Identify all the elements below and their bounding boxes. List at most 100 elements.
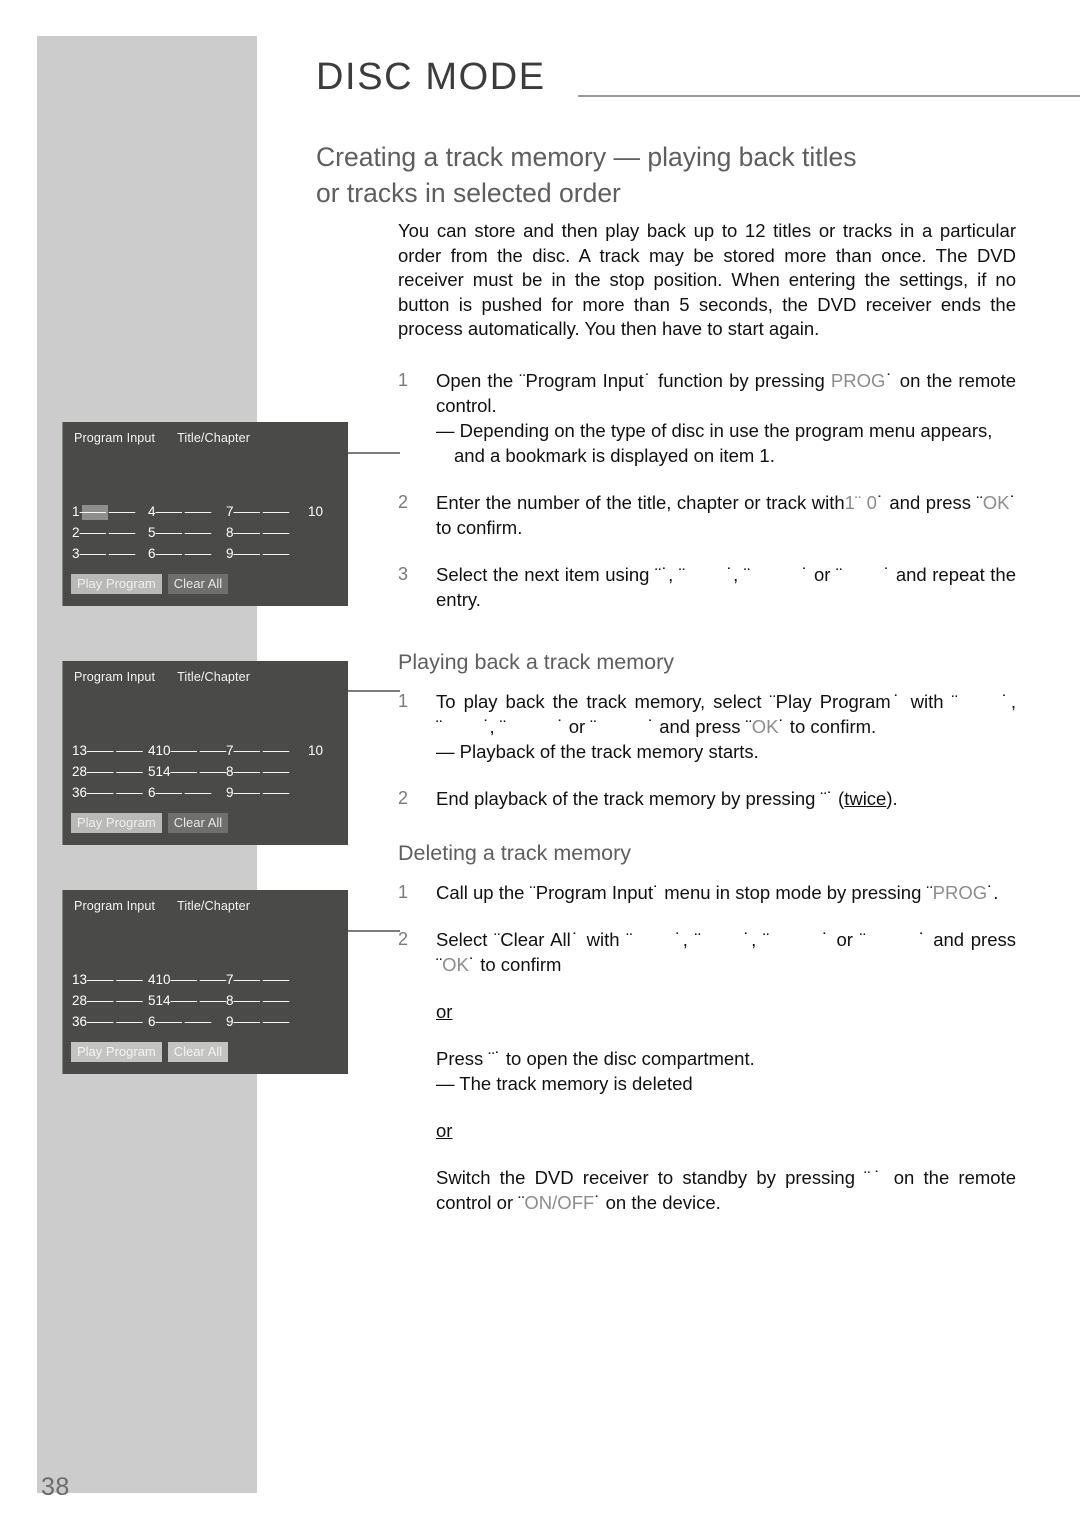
osd-entry-placeholder: —— —— — [79, 504, 136, 519]
osd-entry-placeholder: —— —— — [155, 785, 212, 800]
osd-entry-5[interactable]: 5 14—— —— — [148, 764, 226, 779]
osd-entry-2[interactable]: 2 8—— —— — [72, 764, 143, 779]
step-text-a: Open the ¨Program Input˙ function by pre… — [436, 369, 831, 391]
step-delete-1: 1 Call up the ¨Program Input˙ menu in st… — [398, 880, 1016, 905]
heading-deleting: Deleting a track memory — [398, 840, 631, 865]
osd-entry-index: 9 — [226, 1014, 234, 1029]
osd-entry-placeholder: —— —— — [233, 785, 290, 800]
osd-entry-3[interactable]: 3 6—— —— — [72, 785, 143, 800]
step-number: 1 — [398, 690, 409, 711]
osd-clear-all-button[interactable]: Clear All — [167, 813, 229, 833]
step-text-a: Call up the ¨Program Input˙ menu in stop… — [436, 881, 933, 903]
osd-entry-index: 2 — [72, 993, 80, 1008]
osd-entry-8[interactable]: 8—— —— — [226, 525, 289, 540]
osd-entry-6[interactable]: 6—— —— — [148, 785, 211, 800]
arrow-glyph-placeholder: _____ — [769, 929, 820, 950]
arrow-glyph-placeholder: _____ — [866, 929, 917, 950]
step-playback-2: 2 End playback of the track memory by pr… — [398, 786, 1016, 811]
osd-entry-8[interactable]: 8—— —— — [226, 993, 289, 1008]
osd-entry-index: 10 — [308, 504, 324, 519]
step-text-a: To play back the track memory, select ¨P… — [436, 690, 958, 712]
osd-entry-9[interactable]: 9—— —— — [226, 785, 289, 800]
osd-entry-placeholder: —— —— — [155, 525, 212, 540]
osd-entry-index: 6 — [148, 785, 156, 800]
osd-entry-value: 14 — [155, 993, 171, 1008]
alternative-1-or: or — [398, 999, 1016, 1024]
osd-entry-index: 3 — [72, 785, 80, 800]
osd-entry-value: 8 — [79, 993, 88, 1008]
step-text-c: ˙ or ¨ — [801, 563, 843, 585]
osd-entry-value: 3 — [79, 972, 88, 987]
page-title: DISC MODE — [316, 56, 546, 98]
osd-screenshot-program-input-empty: Program Input Title/Chapter 1—— —— 4—— —— 7… — [62, 422, 348, 606]
key-prog: PROG — [932, 881, 988, 903]
key-ok: OK — [442, 953, 469, 975]
osd-rows: 1 3—— —— 4 10—— —— 7—— —— 10 2 8—— —— 5 14—— … — [68, 743, 349, 806]
osd-entry-6[interactable]: 6—— —— — [148, 1014, 211, 1029]
osd-entry-3[interactable]: 3—— —— — [72, 546, 135, 561]
osd-entry-placeholder: —— —— — [155, 1014, 212, 1029]
osd-header: Program Input Title/Chapter — [74, 431, 250, 445]
osd-clear-all-button[interactable]: Clear All — [167, 1042, 229, 1062]
osd-entry-2[interactable]: 2 8—— —— — [72, 993, 143, 1008]
step-number: 3 — [398, 563, 409, 584]
osd-entry-index: 6 — [148, 1014, 156, 1029]
step-number: 1 — [398, 881, 409, 902]
osd-entry-5[interactable]: 5—— —— — [148, 525, 211, 540]
osd-entry-index: 9 — [226, 546, 234, 561]
osd-play-program-button[interactable]: Play Program — [71, 813, 162, 833]
osd-entry-value: 6 — [79, 1014, 88, 1029]
osd-buttons: Play Program Clear All — [71, 813, 234, 833]
osd-row: 3 6—— —— 6—— —— 9—— —— — [68, 785, 349, 806]
osd-entry-9[interactable]: 9—— —— — [226, 546, 289, 561]
osd-header: Program Input Title/Chapter — [74, 670, 250, 684]
osd-entry-4[interactable]: 4 10—— —— — [148, 743, 226, 758]
osd-entry-index: 8 — [226, 764, 234, 779]
osd-play-program-button[interactable]: Play Program — [71, 574, 162, 594]
osd-rows: 1 3—— —— 4 10—— —— 7—— —— 2 8—— —— 5 14—— ——… — [68, 972, 349, 1035]
callout-line-2 — [348, 690, 400, 692]
step-text-b: ˙, ¨ — [673, 928, 701, 950]
osd-entry-index: 5 — [148, 993, 156, 1008]
osd-entry-10[interactable]: 10 — [308, 743, 323, 758]
step-text-b: ). — [886, 787, 898, 809]
osd-row: 2—— —— 5—— —— 8—— —— — [68, 525, 349, 546]
osd-entry-placeholder: —— —— — [87, 972, 143, 987]
osd-row: 1 3—— —— 4 10—— —— 7—— —— — [68, 972, 349, 993]
osd-entry-8[interactable]: 8—— —— — [226, 764, 289, 779]
osd-entry-placeholder: —— —— — [79, 525, 136, 540]
arrow-glyph-placeholder: ____ — [701, 929, 742, 950]
osd-entry-5[interactable]: 5 14—— —— — [148, 993, 226, 1008]
osd-entry-index: 7 — [226, 743, 234, 758]
page-number: 38 — [41, 1473, 70, 1501]
osd-entry-1[interactable]: 1—— —— — [72, 504, 136, 520]
osd-entry-placeholder: —— —— — [233, 1014, 290, 1029]
osd-entry-10[interactable]: 10 — [308, 504, 323, 519]
step-text-b: ˙. — [987, 881, 999, 903]
osd-entry-7[interactable]: 7—— —— — [226, 743, 289, 758]
osd-entry-placeholder: —— —— — [233, 972, 290, 987]
osd-entry-7[interactable]: 7—— —— — [226, 972, 289, 987]
osd-entry-3[interactable]: 3 6—— —— — [72, 1014, 143, 1029]
arrow-glyph-placeholder: ____ — [632, 929, 673, 950]
osd-entry-index: 1 — [72, 743, 80, 758]
osd-entry-6[interactable]: 6—— —— — [148, 546, 211, 561]
osd-clear-all-button[interactable]: Clear All — [167, 574, 229, 594]
or-label: or — [436, 1119, 453, 1141]
osd-entry-index: 8 — [226, 525, 234, 540]
osd-entry-4[interactable]: 4 10—— —— — [148, 972, 226, 987]
osd-entry-9[interactable]: 9—— —— — [226, 1014, 289, 1029]
arrow-glyph-placeholder: ____ — [958, 691, 999, 712]
alt-line-1: Press ¨˙ to open the disc compartment. — [436, 1047, 755, 1069]
osd-entry-1[interactable]: 1 3—— —— — [72, 743, 143, 758]
osd-entry-index: 1 — [72, 972, 80, 987]
osd-play-program-button[interactable]: Play Program — [71, 1042, 162, 1062]
osd-header-right: Title/Chapter — [177, 431, 251, 445]
osd-entry-placeholder: —— —— — [170, 972, 227, 987]
osd-buttons: Play Program Clear All — [71, 1042, 234, 1062]
step-number: 2 — [398, 928, 409, 949]
osd-entry-1[interactable]: 1 3—— —— — [72, 972, 143, 987]
osd-entry-7[interactable]: 7—— —— — [226, 504, 289, 519]
osd-entry-4[interactable]: 4—— —— — [148, 504, 211, 519]
osd-entry-2[interactable]: 2—— —— — [72, 525, 135, 540]
